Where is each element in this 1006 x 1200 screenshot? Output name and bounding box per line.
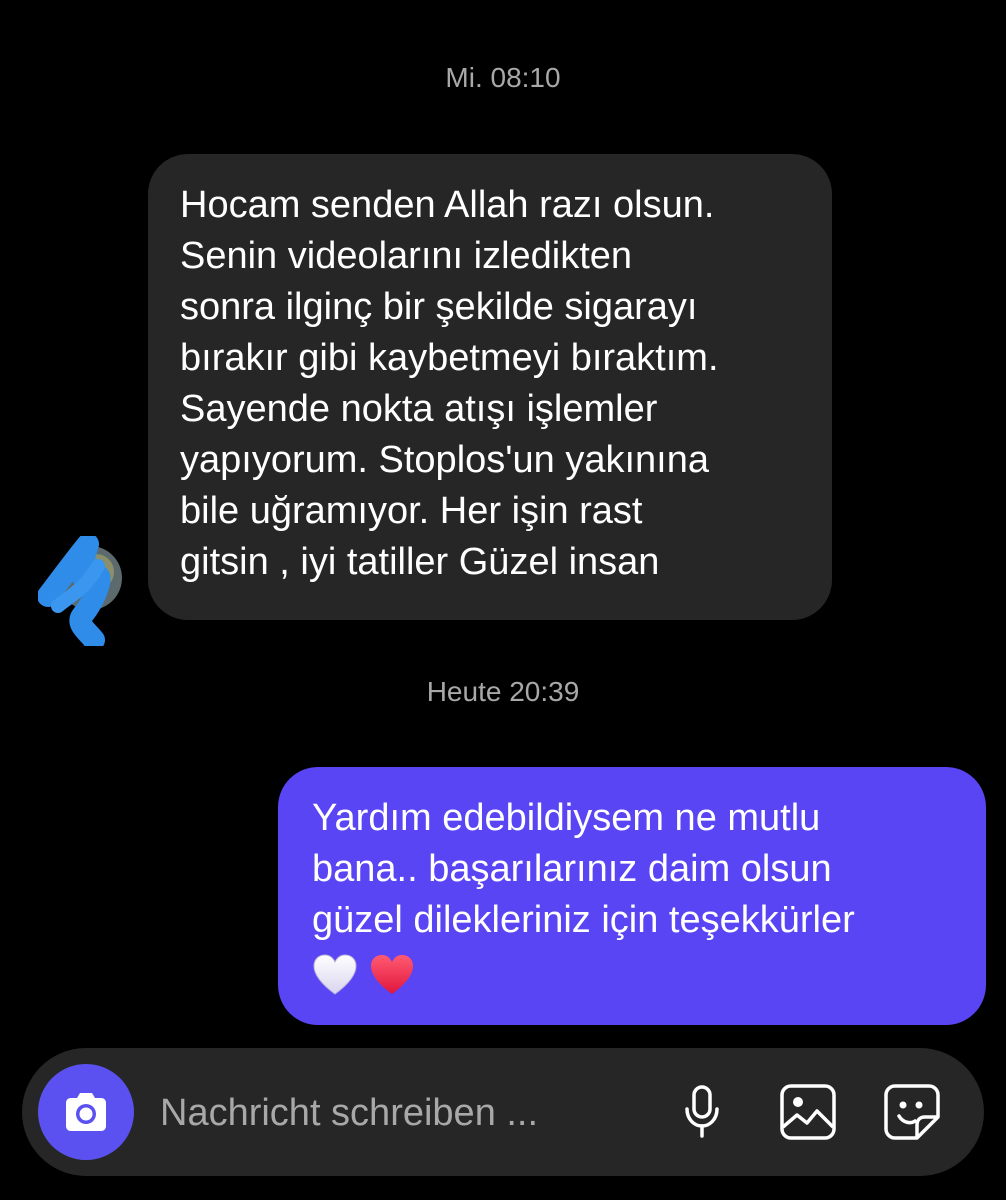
message-composer: [22, 1048, 984, 1176]
message-line: güzel dilekleriniz için teşekkürler: [312, 899, 855, 941]
sticker-icon: [884, 1084, 940, 1140]
message-line: sonra ilginç bir şekilde sigarayı: [180, 286, 698, 328]
red-heart-icon: [370, 954, 413, 994]
timestamp: Heute 20:39: [426, 676, 580, 707]
message-line: Hocam senden Allah razı olsun.: [180, 184, 715, 226]
message-line: Sayende nokta atışı işlemler: [180, 388, 658, 430]
message-line: bana.. başarılarınız daim olsun: [312, 848, 832, 890]
gallery-button[interactable]: [776, 1080, 840, 1144]
message-input[interactable]: [160, 1088, 630, 1138]
gallery-icon: [780, 1084, 836, 1140]
outgoing-message-bubble[interactable]: Yardım edebildiysem ne mutlu bana.. başa…: [278, 767, 986, 1025]
microphone-button[interactable]: [670, 1080, 734, 1144]
sticker-button[interactable]: [880, 1080, 944, 1144]
contact-avatar[interactable]: [37, 533, 124, 651]
message-line: yapıyorum. Stoplos'un yakınına: [180, 439, 709, 481]
microphone-icon: [685, 1085, 719, 1138]
message-line: bile uğramıyor. Her işin rast: [180, 490, 643, 532]
message-line: Yardım edebildiysem ne mutlu: [312, 797, 821, 839]
camera-button[interactable]: [38, 1064, 134, 1160]
timestamp: Mi. 08:10: [445, 62, 561, 93]
white-heart-icon: [313, 954, 357, 995]
message-line: gitsin , iyi tatiller Güzel insan: [180, 541, 660, 583]
message-line: bırakır gibi kaybetmeyi bıraktım.: [180, 337, 719, 379]
avatar-scribble: [37, 533, 122, 651]
emoji-row: [312, 946, 966, 997]
camera-icon: [66, 1093, 106, 1131]
message-line: Senin videolarını izledikten: [180, 235, 633, 277]
incoming-message-bubble[interactable]: Hocam senden Allah razı olsun. Senin vid…: [148, 154, 832, 620]
